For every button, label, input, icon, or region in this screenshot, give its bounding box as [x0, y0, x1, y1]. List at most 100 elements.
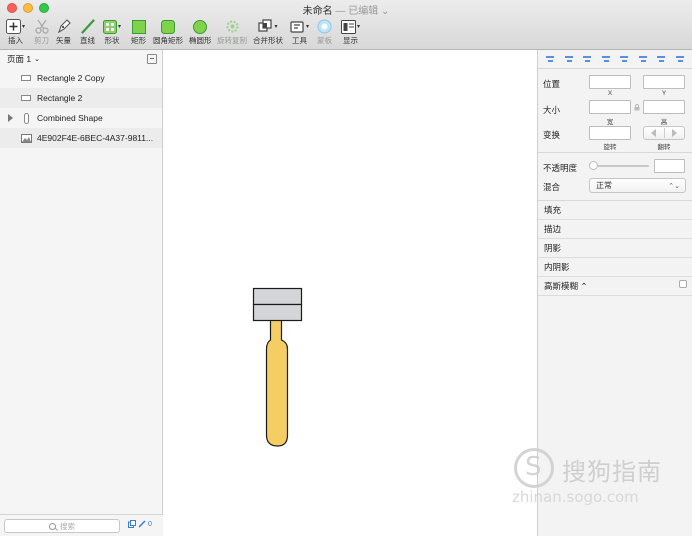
disclosure-triangle-icon[interactable]: [8, 114, 13, 122]
layer-row-rectangle-2[interactable]: Rectangle 2: [0, 88, 162, 108]
opacity-slider-knob[interactable]: [589, 161, 598, 170]
search-icon: [49, 522, 56, 530]
gaussian-blur-checkbox[interactable]: [679, 280, 687, 288]
y-sublabel: Y: [661, 90, 667, 97]
shape-button[interactable]: ▾ 形状: [103, 17, 121, 46]
align-middle-icon[interactable]: [656, 54, 666, 64]
position-label: 位置: [543, 79, 561, 89]
layer-row-image[interactable]: 4E902F4E-6BEC-4A37-9811...: [0, 128, 162, 148]
align-top-icon[interactable]: [638, 54, 648, 64]
canvas[interactable]: [163, 50, 537, 536]
lock-icon[interactable]: [634, 104, 640, 111]
width-field[interactable]: [589, 100, 631, 114]
copy-icon[interactable]: [128, 520, 136, 528]
rectangle-label: 矩形: [131, 36, 146, 45]
tools-button[interactable]: ▾ 工具: [290, 17, 309, 46]
chevron-down-icon: ▾: [306, 24, 310, 30]
rounded-rectangle-icon: [161, 19, 175, 34]
blend-label: 混合: [543, 182, 561, 192]
oval-icon: [193, 19, 208, 34]
layer-name: Rectangle 2: [37, 93, 83, 103]
insert-button[interactable]: ▾ 插入: [6, 17, 25, 46]
layer-filter-tools: 0: [128, 520, 152, 528]
stepper-chevron-icon: ⌃⌄: [668, 183, 680, 190]
shadow-label: 阴影: [544, 243, 562, 253]
insert-label: 插入: [8, 36, 23, 45]
shadow-section[interactable]: 阴影: [538, 239, 692, 258]
mask-icon: [317, 19, 332, 34]
alignment-bar: [538, 50, 692, 69]
layer-name: 4E902F4E-6BEC-4A37-9811...: [37, 133, 154, 143]
opacity-field[interactable]: [654, 159, 685, 173]
flip-vertical-icon[interactable]: [672, 129, 677, 137]
shape-label: 形状: [104, 36, 120, 45]
opacity-slider-track[interactable]: [593, 165, 649, 167]
rectangle-2-copy[interactable]: [252, 303, 303, 322]
divider: [538, 152, 692, 153]
watermark: 搜狗指南 zhinan.sogo.com: [512, 444, 692, 514]
rectangle-icon: [131, 19, 146, 34]
height-field[interactable]: [643, 100, 685, 114]
layer-search-input[interactable]: 搜索: [4, 519, 120, 533]
combine-shapes-button[interactable]: ▾ 合并形状: [253, 17, 283, 46]
chevron-down-icon: ▾: [22, 24, 26, 30]
combined-shape[interactable]: [265, 319, 289, 447]
oval-button[interactable]: 椭圆形: [189, 17, 212, 46]
brush-icon[interactable]: [138, 520, 146, 528]
combined-shape-icon: [20, 112, 32, 124]
inner-shadow-section[interactable]: 内阴影: [538, 258, 692, 277]
document-name: 未命名: [302, 6, 333, 17]
vector-button[interactable]: 矢量: [56, 17, 71, 46]
combine-shapes-label: 合并形状: [253, 36, 283, 45]
blend-mode-select[interactable]: 正常 ⌃⌄: [589, 178, 686, 193]
distribute-horizontal-icon[interactable]: [545, 54, 555, 64]
display-icon: [341, 19, 356, 34]
rounded-rectangle-button[interactable]: 圆角矩形: [153, 17, 183, 46]
inner-shadow-label: 内阴影: [544, 262, 570, 272]
flip-horizontal-icon[interactable]: [651, 129, 656, 137]
shapes-grid-icon: [103, 19, 117, 34]
flip-control[interactable]: [643, 126, 685, 140]
rotate-sublabel: 旋转: [603, 144, 617, 151]
align-left-icon[interactable]: [582, 54, 592, 64]
search-placeholder: 搜索: [60, 521, 75, 531]
rectangle-button[interactable]: 矩形: [131, 17, 146, 46]
border-section[interactable]: 描边: [538, 220, 692, 239]
cut-label: 剪刀: [34, 36, 49, 45]
vector-label: 矢量: [56, 36, 71, 45]
cut-button[interactable]: 剪刀: [34, 17, 49, 46]
pen-icon: [57, 19, 71, 34]
tools-icon: [290, 21, 304, 33]
y-field[interactable]: [643, 75, 685, 89]
gaussian-blur-section[interactable]: 高斯模糊 ⌃: [538, 277, 692, 296]
page-selector[interactable]: 页面 1 ⌄: [0, 50, 162, 68]
size-label: 大小: [543, 105, 561, 115]
tool-drawing[interactable]: [251, 287, 305, 448]
scissors-icon: [34, 19, 49, 34]
distribute-vertical-icon[interactable]: [564, 54, 574, 64]
fill-section[interactable]: 填充: [538, 201, 692, 220]
align-right-icon[interactable]: [619, 54, 629, 64]
layer-row-rectangle-2-copy[interactable]: Rectangle 2 Copy: [0, 68, 162, 88]
rotate-copy-button[interactable]: 旋转复制: [217, 17, 247, 46]
rotate-copy-icon: [226, 20, 238, 33]
align-center-icon[interactable]: [601, 54, 611, 64]
union-icon: [258, 19, 273, 32]
add-page-icon[interactable]: [147, 54, 157, 64]
mask-label: 蒙板: [317, 36, 332, 45]
x-sublabel: X: [607, 90, 613, 97]
line-button[interactable]: 直线: [80, 17, 95, 46]
mask-button[interactable]: 蒙板: [317, 17, 332, 46]
transform-label: 变换: [543, 130, 561, 140]
rounded-rectangle-label: 圆角矩形: [153, 36, 183, 45]
window-title: 未命名 — 已编辑 ⌄: [0, 2, 692, 17]
rectangle-2[interactable]: [252, 287, 303, 306]
height-sublabel: 高: [660, 119, 668, 126]
display-button[interactable]: ▾ 显示: [341, 17, 360, 46]
layer-row-combined-shape[interactable]: Combined Shape: [0, 108, 162, 128]
image-layer-icon: [20, 133, 32, 143]
rotation-field[interactable]: [589, 126, 631, 140]
x-field[interactable]: [589, 75, 631, 89]
sogou-logo-icon: [514, 448, 554, 488]
align-bottom-icon[interactable]: [675, 54, 685, 64]
